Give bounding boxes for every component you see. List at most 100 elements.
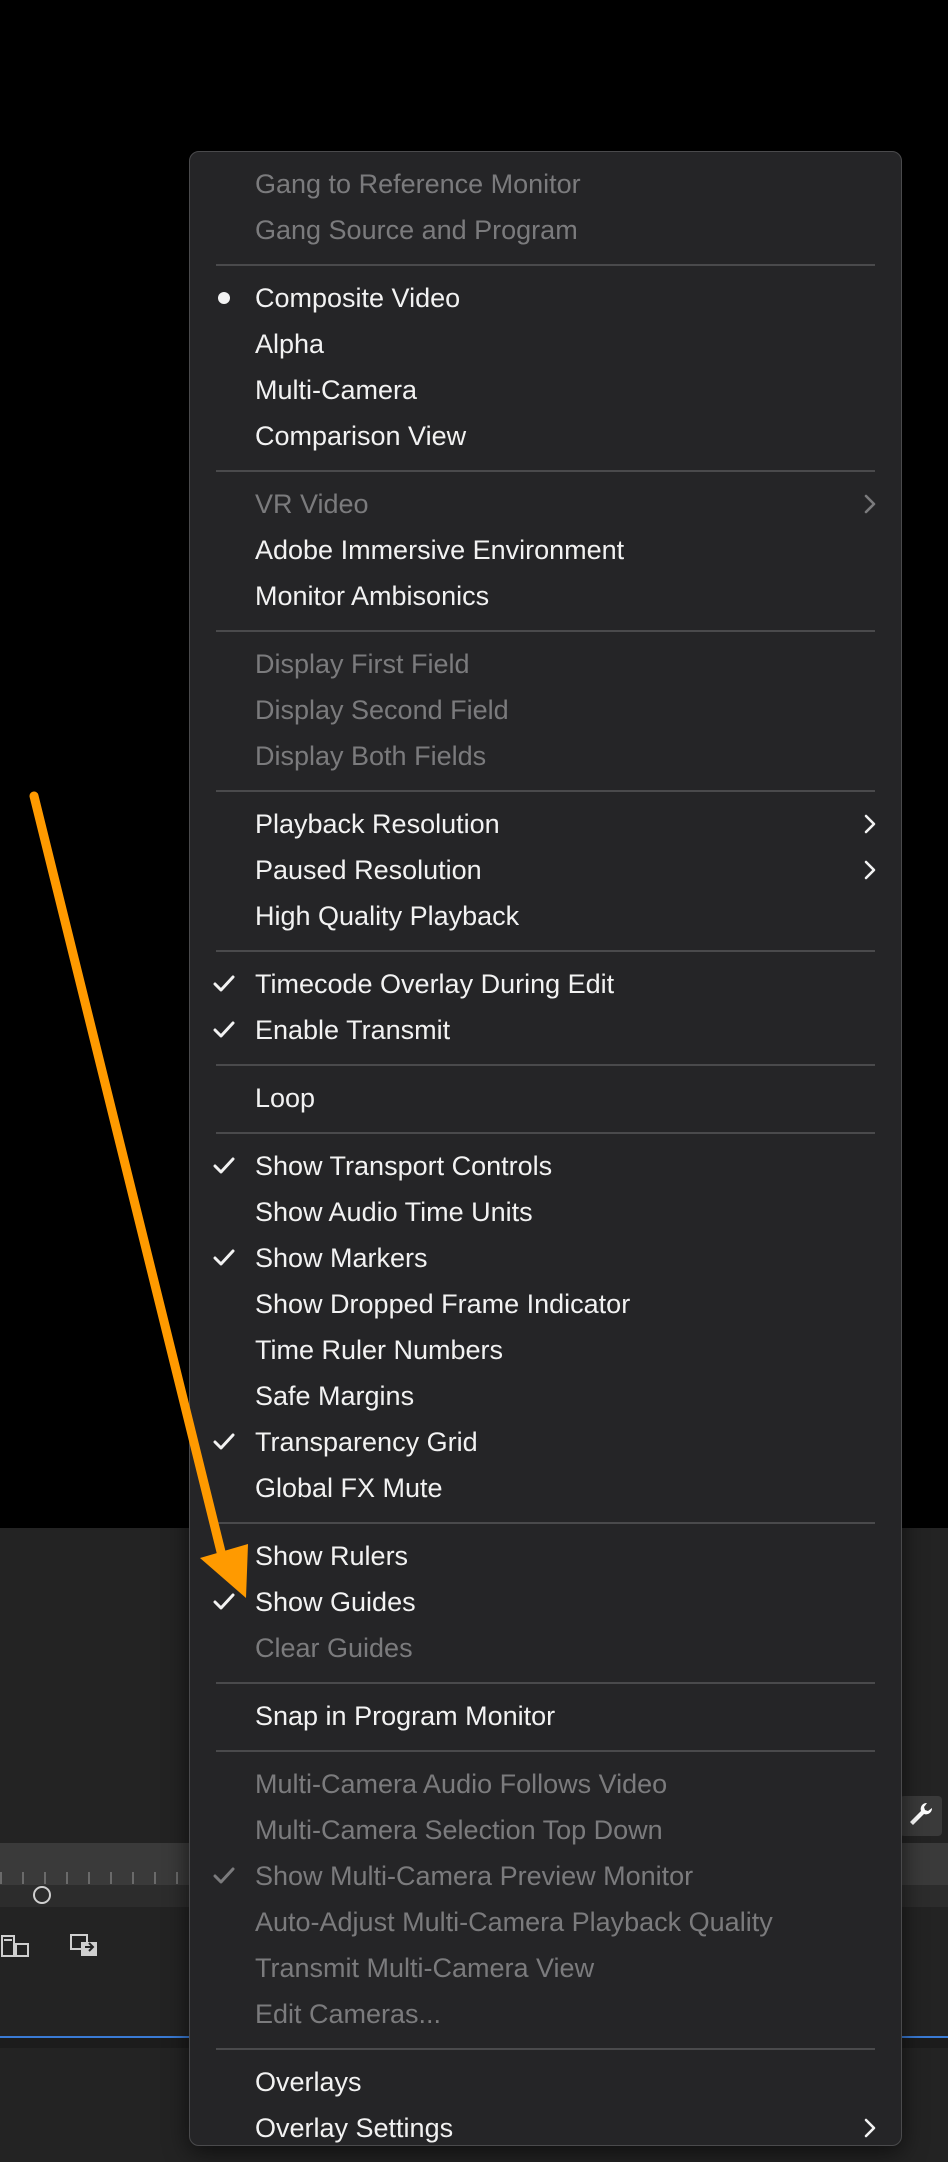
menu-item-label: Overlay Settings xyxy=(255,2113,454,2143)
menu-separator xyxy=(190,459,901,481)
checkmark-icon xyxy=(213,1579,235,1625)
menu-item-label: Edit Cameras... xyxy=(255,1999,442,2029)
menu-item-paused-resolution[interactable]: Paused Resolution xyxy=(190,847,901,893)
menu-item-label: Alpha xyxy=(255,329,325,359)
menu-item-label: Transparency Grid xyxy=(255,1427,478,1457)
menu-separator xyxy=(190,619,901,641)
menu-item-label: Monitor Ambisonics xyxy=(255,581,490,611)
program-monitor-settings-menu: Gang to Reference Monitor Gang Source and… xyxy=(189,151,902,2146)
menu-item-vr-video: VR Video xyxy=(190,481,901,527)
menu-item-label: Show Rulers xyxy=(255,1541,409,1571)
menu-item-label: Gang Source and Program xyxy=(255,215,578,245)
chevron-right-icon xyxy=(861,847,879,893)
menu-item-show-transport-controls[interactable]: Show Transport Controls xyxy=(190,1143,901,1189)
menu-item-label: Safe Margins xyxy=(255,1381,415,1411)
menu-item-label: Show Dropped Frame Indicator xyxy=(255,1289,631,1319)
menu-separator xyxy=(190,779,901,801)
menu-item-display-first-field: Display First Field xyxy=(190,641,901,687)
menu-separator xyxy=(190,2037,901,2059)
menu-item-snap-in-program-monitor[interactable]: Snap in Program Monitor xyxy=(190,1693,901,1739)
menu-item-display-both-fields: Display Both Fields xyxy=(190,733,901,779)
menu-item-label: Display Both Fields xyxy=(255,741,487,771)
menu-item-label: Enable Transmit xyxy=(255,1015,451,1045)
menu-item-overlays[interactable]: Overlays xyxy=(190,2059,901,2105)
menu-item-time-ruler-numbers[interactable]: Time Ruler Numbers xyxy=(190,1327,901,1373)
menu-item-auto-adjust-multi-camera-playback-quality: Auto-Adjust Multi-Camera Playback Qualit… xyxy=(190,1899,901,1945)
checkmark-icon xyxy=(213,1143,235,1189)
menu-item-show-rulers[interactable]: Show Rulers xyxy=(190,1533,901,1579)
menu-item-show-audio-time-units[interactable]: Show Audio Time Units xyxy=(190,1189,901,1235)
menu-item-multi-camera-selection-top-down: Multi-Camera Selection Top Down xyxy=(190,1807,901,1853)
menu-item-label: Transmit Multi-Camera View xyxy=(255,1953,595,1983)
menu-item-label: Snap in Program Monitor xyxy=(255,1701,556,1731)
menu-item-multi-camera-audio-follows-video: Multi-Camera Audio Follows Video xyxy=(190,1761,901,1807)
menu-item-label: Composite Video xyxy=(255,283,461,313)
playhead-handle[interactable] xyxy=(33,1886,51,1904)
menu-separator xyxy=(190,1121,901,1143)
menu-item-show-guides[interactable]: Show Guides xyxy=(190,1579,901,1625)
menu-item-label: VR Video xyxy=(255,489,369,519)
menu-item-composite-video[interactable]: Composite Video xyxy=(190,275,901,321)
menu-item-edit-cameras: Edit Cameras... xyxy=(190,1991,901,2037)
menu-item-label: Show Transport Controls xyxy=(255,1151,553,1181)
menu-item-label: Multi-Camera Audio Follows Video xyxy=(255,1769,668,1799)
menu-item-label: Clear Guides xyxy=(255,1633,413,1663)
menu-item-loop[interactable]: Loop xyxy=(190,1075,901,1121)
menu-item-safe-margins[interactable]: Safe Margins xyxy=(190,1373,901,1419)
overwrite-clip-icon[interactable] xyxy=(68,1930,102,1960)
menu-item-label: High Quality Playback xyxy=(255,901,520,931)
menu-item-label: Show Audio Time Units xyxy=(255,1197,533,1227)
menu-separator xyxy=(190,1739,901,1761)
menu-item-display-second-field: Display Second Field xyxy=(190,687,901,733)
menu-separator xyxy=(190,1053,901,1075)
menu-item-show-markers[interactable]: Show Markers xyxy=(190,1235,901,1281)
menu-item-playback-resolution[interactable]: Playback Resolution xyxy=(190,801,901,847)
menu-item-label: Show Multi-Camera Preview Monitor xyxy=(255,1861,694,1891)
menu-item-transmit-multi-camera-view: Transmit Multi-Camera View xyxy=(190,1945,901,1991)
menu-item-label: Time Ruler Numbers xyxy=(255,1335,504,1365)
menu-item-comparison-view[interactable]: Comparison View xyxy=(190,413,901,459)
menu-item-alpha[interactable]: Alpha xyxy=(190,321,901,367)
menu-separator xyxy=(190,939,901,961)
menu-item-label: Playback Resolution xyxy=(255,809,500,839)
chevron-right-icon xyxy=(861,481,879,527)
wrench-icon xyxy=(907,1800,935,1833)
menu-item-adobe-immersive-environment[interactable]: Adobe Immersive Environment xyxy=(190,527,901,573)
menu-separator xyxy=(190,253,901,275)
menu-item-label: Show Guides xyxy=(255,1587,416,1617)
chevron-right-icon xyxy=(861,801,879,847)
settings-wrench-button[interactable] xyxy=(900,1796,942,1836)
menu-item-label: Paused Resolution xyxy=(255,855,482,885)
menu-item-label: Auto-Adjust Multi-Camera Playback Qualit… xyxy=(255,1907,773,1937)
menu-item-multi-camera[interactable]: Multi-Camera xyxy=(190,367,901,413)
insert-clip-icon[interactable] xyxy=(0,1930,30,1960)
time-ruler-ticks xyxy=(0,1872,190,1884)
menu-item-transparency-grid[interactable]: Transparency Grid xyxy=(190,1419,901,1465)
menu-item-timecode-overlay-during-edit[interactable]: Timecode Overlay During Edit xyxy=(190,961,901,1007)
menu-item-label: Overlays xyxy=(255,2067,362,2097)
bullet-icon xyxy=(213,275,235,321)
menu-item-overlay-settings[interactable]: Overlay Settings xyxy=(190,2105,901,2151)
menu-item-enable-transmit[interactable]: Enable Transmit xyxy=(190,1007,901,1053)
menu-item-label: Show Markers xyxy=(255,1243,428,1273)
menu-item-label: Multi-Camera xyxy=(255,375,418,405)
menu-item-label: Comparison View xyxy=(255,421,467,451)
checkmark-icon xyxy=(213,1235,235,1281)
menu-item-label: Display First Field xyxy=(255,649,470,679)
menu-item-label: Timecode Overlay During Edit xyxy=(255,969,615,999)
menu-item-label: Adobe Immersive Environment xyxy=(255,535,625,565)
checkmark-icon xyxy=(213,1853,235,1899)
checkmark-icon xyxy=(213,1419,235,1465)
menu-item-global-fx-mute[interactable]: Global FX Mute xyxy=(190,1465,901,1511)
menu-item-clear-guides: Clear Guides xyxy=(190,1625,901,1671)
menu-item-label: Loop xyxy=(255,1083,316,1113)
menu-item-label: Gang to Reference Monitor xyxy=(255,169,581,199)
menu-separator xyxy=(190,1671,901,1693)
menu-item-show-dropped-frame-indicator[interactable]: Show Dropped Frame Indicator xyxy=(190,1281,901,1327)
menu-item-label: Display Second Field xyxy=(255,695,509,725)
menu-item-label: Global FX Mute xyxy=(255,1473,443,1503)
menu-item-high-quality-playback[interactable]: High Quality Playback xyxy=(190,893,901,939)
menu-separator xyxy=(190,1511,901,1533)
menu-item-monitor-ambisonics[interactable]: Monitor Ambisonics xyxy=(190,573,901,619)
checkmark-icon xyxy=(213,1007,235,1053)
